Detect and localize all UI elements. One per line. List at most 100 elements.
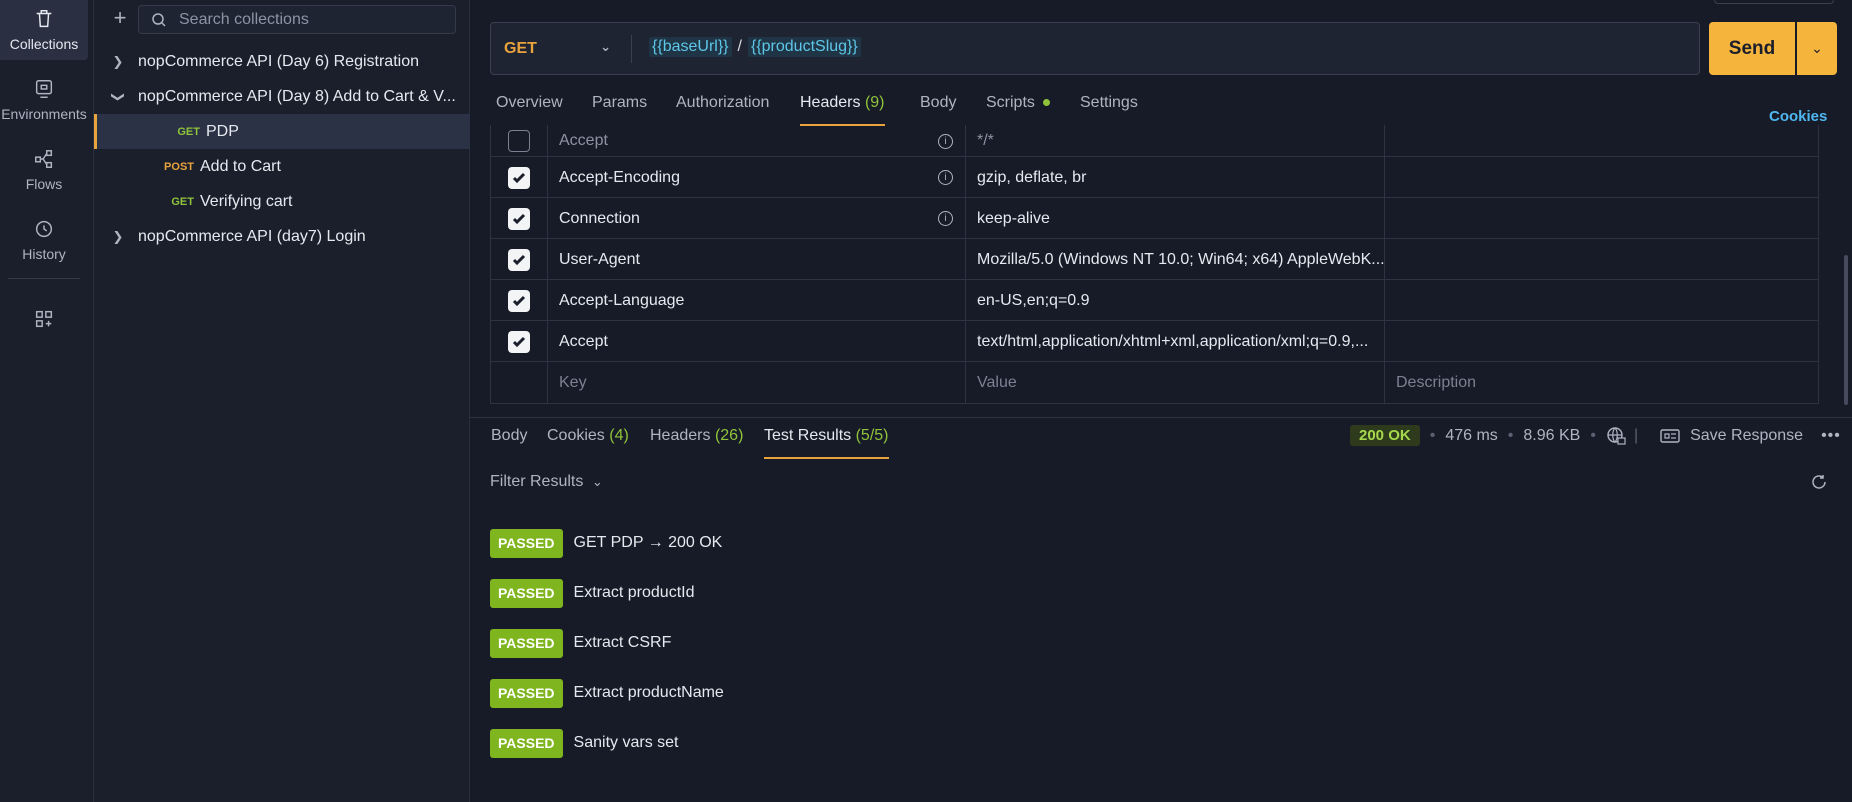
test-name: Extract productName <box>573 684 724 701</box>
header-key[interactable]: User-Agent <box>559 251 640 269</box>
header-checkbox[interactable] <box>508 330 530 353</box>
send-button[interactable]: Send <box>1709 22 1795 75</box>
tab-body[interactable]: Body <box>920 94 956 126</box>
rail-environments[interactable]: Environments <box>0 70 88 130</box>
chevron-right-icon[interactable]: ❯ <box>108 229 128 245</box>
collection-day7[interactable]: ❯ nopCommerce API (day7) Login <box>94 219 470 254</box>
response-size[interactable]: 8.96 KB <box>1523 427 1580 445</box>
resp-tab-body[interactable]: Body <box>491 427 527 459</box>
main-panel: GET ⌄ {{baseUrl}} / {{productSlug}} Send… <box>470 0 1852 802</box>
resp-tab-cookies[interactable]: Cookies (4) <box>547 427 629 459</box>
rail-environments-label: Environments <box>1 106 87 122</box>
table-row: Accept i */* <box>491 125 1818 157</box>
rail-history[interactable]: History <box>0 210 88 270</box>
header-key[interactable]: Accept <box>559 132 608 150</box>
header-key[interactable]: Accept-Encoding <box>559 169 680 187</box>
header-description[interactable] <box>1384 321 1818 362</box>
header-checkbox[interactable] <box>508 207 530 230</box>
header-value[interactable]: text/html,application/xhtml+xml,applicat… <box>977 333 1368 351</box>
resp-tab-headers-label: Headers <box>650 427 711 444</box>
send-options-button[interactable]: ⌄ <box>1797 22 1837 75</box>
method-value: GET <box>504 39 537 57</box>
request-tabs: Overview Params Authorization Headers (9… <box>470 94 1852 128</box>
top-button-fragment[interactable] <box>1714 0 1834 4</box>
table-row: Accept-Language en-US,en;q=0.9 <box>491 280 1818 321</box>
header-key[interactable]: Connection <box>559 210 640 228</box>
scrollbar[interactable] <box>1844 255 1848 405</box>
new-key-field[interactable]: Key <box>547 362 965 403</box>
url-variable-slug[interactable]: {{productSlug}} <box>747 37 861 57</box>
header-checkbox[interactable] <box>508 130 530 152</box>
header-key[interactable]: Accept-Language <box>559 292 684 310</box>
save-response-button[interactable]: Save Response <box>1660 427 1803 445</box>
new-description-field[interactable]: Description <box>1384 362 1818 403</box>
url-bar: GET ⌄ {{baseUrl}} / {{productSlug}} <box>490 22 1700 75</box>
request-pdp[interactable]: GET PDP <box>94 114 470 149</box>
chevron-right-icon[interactable]: ❯ <box>108 54 128 70</box>
save-icon <box>1660 428 1680 443</box>
test-result-item: PASSED Extract productName <box>490 678 724 708</box>
info-icon[interactable]: i <box>938 211 953 226</box>
refresh-icon[interactable] <box>1810 473 1828 491</box>
resp-tab-test-results[interactable]: Test Results (5/5) <box>764 427 889 459</box>
flows-icon <box>35 150 53 168</box>
header-description[interactable] <box>1384 239 1818 280</box>
rail-flows[interactable]: Flows <box>0 140 88 200</box>
resp-tab-cookies-count: (4) <box>609 427 629 444</box>
header-checkbox[interactable] <box>508 289 530 312</box>
chevron-down-icon[interactable]: ❯ <box>110 87 126 107</box>
tab-headers[interactable]: Headers (9) <box>800 94 885 126</box>
rail-collections-label: Collections <box>9 36 79 52</box>
collection-day8[interactable]: ❯ nopCommerce API (Day 8) Add to Cart & … <box>94 79 470 114</box>
header-value[interactable]: gzip, deflate, br <box>977 169 1086 187</box>
rail-add-workbench[interactable] <box>0 300 88 360</box>
header-value[interactable]: Mozilla/5.0 (Windows NT 10.0; Win64; x64… <box>977 251 1384 269</box>
resp-tab-tests-label: Test Results <box>764 427 852 444</box>
rail-collections[interactable]: Collections <box>0 0 88 60</box>
test-name: Extract CSRF <box>573 634 672 651</box>
tab-overview[interactable]: Overview <box>496 94 563 126</box>
header-value[interactable]: */* <box>977 132 994 150</box>
tab-params[interactable]: Params <box>592 94 647 126</box>
globe-lock-icon[interactable] <box>1606 426 1626 446</box>
header-description[interactable] <box>1384 198 1818 239</box>
tab-authorization[interactable]: Authorization <box>676 94 769 126</box>
collection-day6[interactable]: ❯ nopCommerce API (Day 6) Registration <box>94 44 470 79</box>
filter-label: Filter Results <box>490 473 584 490</box>
request-add-to-cart[interactable]: POST Add to Cart <box>94 149 470 184</box>
info-icon[interactable]: i <box>938 134 953 149</box>
header-key[interactable]: Accept <box>559 333 608 351</box>
info-icon[interactable]: i <box>938 170 953 185</box>
header-description[interactable] <box>1384 125 1818 157</box>
tab-scripts[interactable]: Scripts <box>986 94 1050 126</box>
method-select[interactable]: GET ⌄ <box>491 23 631 74</box>
sidebar-toolbar: + <box>94 0 470 40</box>
status-badge[interactable]: 200 OK <box>1350 425 1420 446</box>
request-verifying-cart[interactable]: GET Verifying cart <box>94 184 470 219</box>
rail-flows-label: Flows <box>25 176 63 192</box>
header-value[interactable]: en-US,en;q=0.9 <box>977 292 1090 310</box>
table-row: Accept text/html,application/xhtml+xml,a… <box>491 321 1818 362</box>
search-input[interactable] <box>179 9 449 30</box>
search-icon <box>152 13 166 27</box>
resp-tab-headers[interactable]: Headers (26) <box>650 427 743 459</box>
url-divider <box>631 35 632 63</box>
search-box[interactable] <box>138 5 456 34</box>
tab-settings[interactable]: Settings <box>1080 94 1138 126</box>
pane-divider[interactable] <box>470 417 1852 418</box>
url-variable-base[interactable]: {{baseUrl}} <box>649 37 732 57</box>
header-description[interactable] <box>1384 280 1818 321</box>
response-time[interactable]: 476 ms <box>1445 427 1497 445</box>
header-checkbox[interactable] <box>508 166 530 189</box>
rail-divider <box>8 278 80 279</box>
url-input[interactable]: {{baseUrl}} / {{productSlug}} <box>649 37 861 57</box>
more-options-icon[interactable]: ••• <box>1821 427 1841 445</box>
header-checkbox[interactable] <box>508 248 530 271</box>
new-value-field[interactable]: Value <box>965 362 1384 403</box>
test-name: GET PDP → 200 OK <box>573 534 723 551</box>
header-value[interactable]: keep-alive <box>977 210 1050 228</box>
add-collection-button[interactable]: + <box>108 7 132 31</box>
header-description[interactable] <box>1384 157 1818 198</box>
filter-results-dropdown[interactable]: Filter Results ⌄ <box>490 473 603 491</box>
cookies-link[interactable]: Cookies <box>1769 108 1827 125</box>
